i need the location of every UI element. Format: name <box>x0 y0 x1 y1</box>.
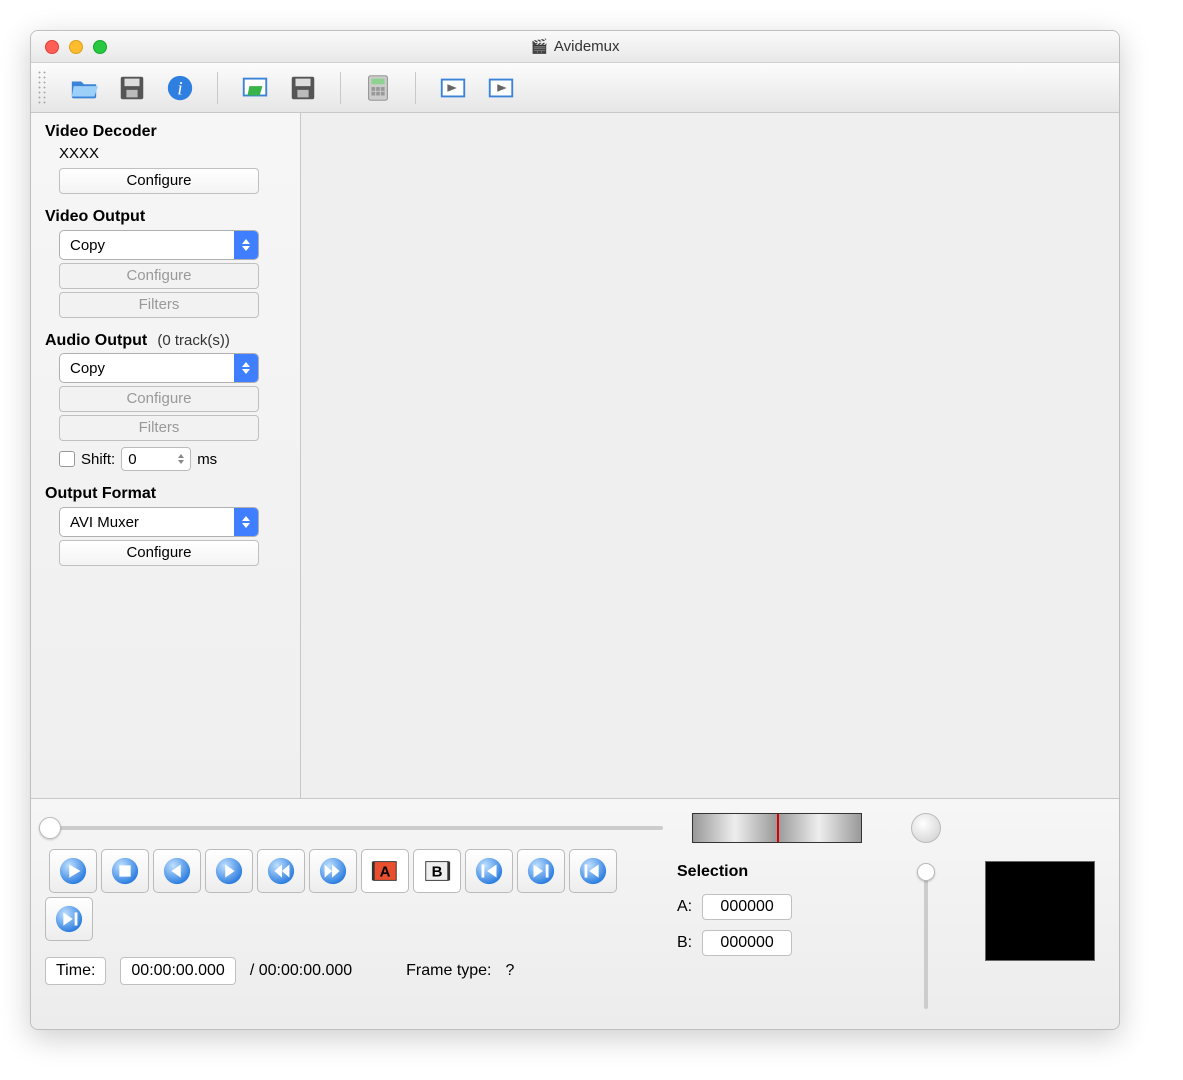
spinner-arrows-icon <box>172 448 190 470</box>
bottom-panel: A B Time: 00:00: <box>31 799 1119 1029</box>
main: Video Decoder XXXX Configure Video Outpu… <box>31 113 1119 799</box>
video-preview-area <box>301 113 1119 798</box>
svg-text:B: B <box>432 864 443 881</box>
app-icon: 🎬 <box>530 38 547 55</box>
toolbar-grip[interactable] <box>37 70 47 106</box>
seek-thumb[interactable] <box>39 817 61 839</box>
video-output-filters-button: Filters <box>59 292 259 318</box>
selection-pane: Selection A: 000000 B: 000000 <box>677 807 877 1015</box>
audio-output-codec-value: Copy <box>70 360 105 377</box>
svg-text:A: A <box>380 864 391 881</box>
video-decoder-name: XXXX <box>59 145 286 162</box>
audio-output-filters-button: Filters <box>59 415 259 441</box>
output-format-section: Output Format AVI Muxer Configure <box>45 485 286 566</box>
play-button[interactable] <box>49 849 97 893</box>
sidebar: Video Decoder XXXX Configure Video Outpu… <box>31 113 301 798</box>
output-format-value: AVI Muxer <box>70 514 139 531</box>
select-arrows-icon <box>234 231 258 259</box>
save-project-icon[interactable] <box>288 73 318 103</box>
selection-title: Selection <box>677 863 877 881</box>
video-output-configure-button: Configure <box>59 263 259 289</box>
video-decoder-title: Video Decoder <box>45 123 286 141</box>
volume-thumb[interactable] <box>917 863 935 881</box>
volume-toggle-button[interactable] <box>911 813 941 843</box>
audio-output-configure-button: Configure <box>59 386 259 412</box>
set-marker-a-button[interactable]: A <box>361 849 409 893</box>
calculator-icon[interactable] <box>363 73 393 103</box>
video-decoder-section: Video Decoder XXXX Configure <box>45 123 286 194</box>
marker-out-icon[interactable] <box>486 73 516 103</box>
info-icon[interactable]: i <box>165 73 195 103</box>
open-file-icon[interactable] <box>69 73 99 103</box>
save-file-icon[interactable] <box>117 73 147 103</box>
output-format-configure-button[interactable]: Configure <box>59 540 259 566</box>
audio-shift-unit: ms <box>197 451 217 468</box>
prev-frame-button[interactable] <box>153 849 201 893</box>
goto-marker-a-button[interactable] <box>465 849 513 893</box>
next-keyframe-button[interactable] <box>309 849 357 893</box>
seek-slider[interactable] <box>45 826 663 830</box>
audio-shift-label: Shift: <box>81 451 115 468</box>
next-frame-button[interactable] <box>205 849 253 893</box>
svg-text:i: i <box>177 78 182 99</box>
transport-pane: A B Time: 00:00: <box>45 807 663 1015</box>
video-output-codec-value: Copy <box>70 237 105 254</box>
volume-pane <box>891 807 961 1015</box>
titlebar: 🎬 Avidemux <box>31 31 1119 63</box>
next-black-frame-button[interactable] <box>45 897 93 941</box>
prev-keyframe-button[interactable] <box>257 849 305 893</box>
goto-marker-b-button[interactable] <box>517 849 565 893</box>
prev-black-frame-button[interactable] <box>569 849 617 893</box>
time-label: Time: <box>45 957 106 985</box>
selection-b-label: B: <box>677 934 692 952</box>
audio-output-section: Audio Output (0 track(s)) Copy Configure… <box>45 332 286 471</box>
select-arrows-icon <box>234 508 258 536</box>
frame-type-value: ? <box>506 962 515 980</box>
time-duration: / 00:00:00.000 <box>250 962 352 980</box>
selection-b-value: 000000 <box>702 930 792 956</box>
audio-shift-checkbox[interactable] <box>59 451 75 467</box>
stop-button[interactable] <box>101 849 149 893</box>
window-title: Avidemux <box>554 38 620 55</box>
audio-output-title: Audio Output <box>45 332 147 349</box>
select-arrows-icon <box>234 354 258 382</box>
toolbar-divider <box>415 72 416 104</box>
marker-in-icon[interactable] <box>438 73 468 103</box>
selection-a-value: 000000 <box>702 894 792 920</box>
jog-wheel[interactable] <box>692 813 862 843</box>
video-output-title: Video Output <box>45 208 286 226</box>
time-value[interactable]: 00:00:00.000 <box>120 957 235 985</box>
open-project-icon[interactable] <box>240 73 270 103</box>
video-output-section: Video Output Copy Configure Filters <box>45 208 286 318</box>
set-marker-b-button[interactable]: B <box>413 849 461 893</box>
video-decoder-configure-button[interactable]: Configure <box>59 168 259 194</box>
audio-output-tracks: (0 track(s)) <box>157 332 230 349</box>
toolbar-divider <box>340 72 341 104</box>
toolbar: i <box>31 63 1119 113</box>
output-format-select[interactable]: AVI Muxer <box>59 507 259 537</box>
volume-slider[interactable] <box>924 863 928 1009</box>
toolbar-divider <box>217 72 218 104</box>
audio-vu-meter <box>985 861 1095 961</box>
video-output-codec-select[interactable]: Copy <box>59 230 259 260</box>
selection-a-label: A: <box>677 898 692 916</box>
frame-type-label: Frame type: <box>406 962 491 980</box>
audio-shift-value-input[interactable]: 0 <box>121 447 191 471</box>
audio-preview-pane <box>975 807 1105 1015</box>
output-format-title: Output Format <box>45 485 286 503</box>
window: 🎬 Avidemux i <box>30 30 1120 1030</box>
audio-output-codec-select[interactable]: Copy <box>59 353 259 383</box>
